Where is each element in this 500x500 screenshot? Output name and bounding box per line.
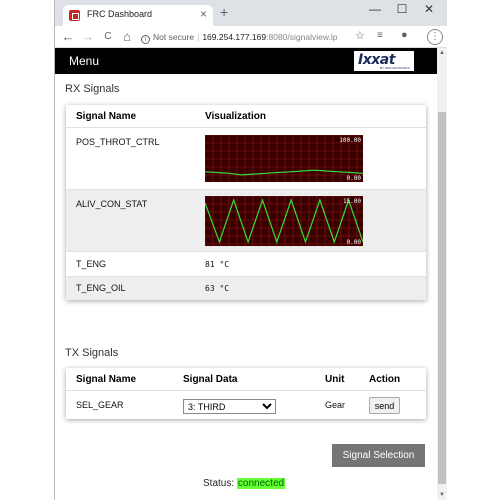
page-viewport: Menu Ixxat BY HMS NETWORKS RX Signals Si… bbox=[55, 48, 437, 500]
header-signal-name: Signal Name bbox=[76, 111, 137, 122]
signal-value: 63 °C bbox=[205, 284, 230, 293]
table-row: POS_THROT_CTRL 100.00 0.00 bbox=[66, 127, 426, 189]
favicon-icon bbox=[69, 10, 80, 21]
rx-signals-table: Signal Name Visualization POS_THROT_CTRL… bbox=[66, 105, 426, 300]
info-icon[interactable]: i bbox=[141, 35, 150, 44]
signal-selection-button[interactable]: Signal Selection bbox=[332, 444, 425, 467]
table-header: Signal Name Visualization bbox=[66, 105, 426, 127]
send-button[interactable]: send bbox=[369, 397, 400, 414]
maximize-button[interactable]: ☐ bbox=[390, 2, 414, 16]
gear-select[interactable]: 3: THIRD bbox=[183, 399, 276, 414]
signal-chart: 100.00 0.00 bbox=[205, 135, 363, 182]
menu-button[interactable]: Menu bbox=[69, 54, 99, 68]
forward-button[interactable]: → bbox=[81, 29, 95, 44]
tab-title: FRC Dashboard bbox=[87, 9, 153, 19]
header-visualization: Visualization bbox=[205, 111, 266, 122]
browser-toolbar: ← → C ⌂ i Not secure | 169.254.177.169:8080… bbox=[55, 26, 447, 48]
signal-name: SEL_GEAR bbox=[76, 400, 124, 410]
tx-section-title: TX Signals bbox=[65, 347, 119, 359]
status-value: connected bbox=[236, 478, 286, 489]
table-row: T_ENG 81 °C bbox=[66, 251, 426, 276]
close-window-button[interactable]: ✕ bbox=[417, 2, 441, 16]
tab-close-icon[interactable]: × bbox=[200, 7, 207, 21]
series-line bbox=[205, 198, 363, 244]
signal-chart: 15.00 0.00 bbox=[205, 196, 363, 246]
series-line bbox=[205, 169, 363, 176]
home-button[interactable]: ⌂ bbox=[120, 29, 134, 44]
back-button[interactable]: ← bbox=[61, 29, 75, 44]
minimize-button[interactable]: — bbox=[363, 2, 387, 16]
status-bar: Status: connected bbox=[203, 478, 286, 489]
browser-tab[interactable]: FRC Dashboard × bbox=[63, 5, 213, 26]
extensions-icon[interactable]: ≡ bbox=[377, 30, 383, 41]
menu-bar: Menu Ixxat BY HMS NETWORKS bbox=[55, 48, 437, 74]
header-signal-name: Signal Name bbox=[76, 374, 137, 385]
account-icon[interactable]: ● bbox=[401, 29, 408, 41]
scroll-down-icon[interactable]: ▼ bbox=[439, 492, 445, 498]
scrollbar-thumb[interactable] bbox=[438, 112, 446, 484]
chart-min-label: 0.00 bbox=[347, 239, 362, 246]
security-label: Not secure bbox=[153, 32, 195, 42]
logo-subtitle: BY HMS NETWORKS bbox=[380, 66, 410, 70]
ixxat-logo: Ixxat BY HMS NETWORKS bbox=[354, 51, 414, 71]
title-bar: FRC Dashboard × + — ☐ ✕ bbox=[55, 0, 447, 26]
new-tab-button[interactable]: + bbox=[220, 4, 228, 20]
header-action: Action bbox=[369, 374, 401, 385]
reload-button[interactable]: C bbox=[101, 29, 115, 44]
browser-window: FRC Dashboard × + — ☐ ✕ ← → C ⌂ i Not sec… bbox=[54, 0, 447, 500]
tx-signals-table: Signal Name Signal Data Unit Action SEL_… bbox=[66, 368, 426, 419]
header-unit: Unit bbox=[325, 374, 345, 385]
table-row: T_ENG_OIL 63 °C bbox=[66, 276, 426, 300]
rx-section-title: RX Signals bbox=[65, 83, 120, 95]
scroll-up-icon[interactable]: ▲ bbox=[439, 50, 445, 56]
table-row: SEL_GEAR 3: THIRD Gear send bbox=[66, 390, 426, 419]
url-host: 169.254.177.169 bbox=[202, 32, 267, 42]
chart-max-label: 15.00 bbox=[343, 198, 361, 205]
signal-unit: Gear bbox=[325, 400, 346, 410]
table-row: ALIV_CON_STAT 15.00 0.00 bbox=[66, 189, 426, 251]
status-label: Status: bbox=[203, 478, 235, 489]
signal-name: POS_THROT_CTRL bbox=[76, 137, 160, 147]
star-icon[interactable]: ☆ bbox=[355, 29, 365, 42]
chart-min-label: 0.00 bbox=[347, 175, 362, 182]
chart-svg: 100.00 0.00 bbox=[205, 135, 363, 182]
signal-name: T_ENG_OIL bbox=[76, 283, 126, 293]
url-path: :8080/signalview.lp bbox=[266, 32, 338, 42]
vertical-scrollbar[interactable]: ▲ ▼ bbox=[437, 48, 447, 500]
signal-name: T_ENG bbox=[76, 259, 107, 269]
signal-value: 81 °C bbox=[205, 260, 230, 269]
signal-name: ALIV_CON_STAT bbox=[76, 199, 148, 209]
header-signal-data: Signal Data bbox=[183, 374, 238, 385]
chart-max-label: 100.00 bbox=[339, 137, 361, 144]
table-header: Signal Name Signal Data Unit Action bbox=[66, 368, 426, 390]
menu-icon[interactable]: ⋮ bbox=[427, 29, 443, 45]
chart-svg: 15.00 0.00 bbox=[205, 196, 363, 246]
